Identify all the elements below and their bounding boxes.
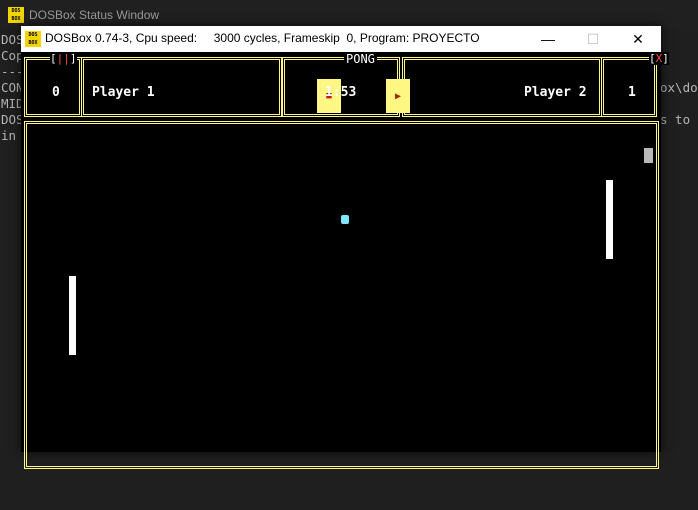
game-screen[interactable]	[21, 52, 661, 469]
dosbox-logo-icon: DOS BOX	[8, 7, 24, 23]
player2-name: Player 2	[524, 85, 587, 100]
player1-name: Player 1	[92, 85, 155, 100]
close-button[interactable]: ✕	[615, 26, 661, 52]
dosbox-titlebar[interactable]: DOS BOX DOSBox 0.74-3, Cpu speed: 3000 c…	[21, 26, 661, 52]
player1-paddle	[69, 276, 76, 355]
playing-field	[24, 121, 659, 469]
game-title: PONG	[344, 52, 377, 66]
dosbox-logo-icon: DOS BOX	[25, 31, 41, 47]
exit-indicator[interactable]: [X]	[649, 52, 669, 65]
game-timer: 1:53	[325, 85, 357, 100]
minimize-button[interactable]: —	[525, 26, 571, 52]
scroll-marker	[644, 148, 653, 163]
player2-paddle	[606, 180, 613, 259]
dosbox-game-window: DOS BOX DOSBox 0.74-3, Cpu speed: 3000 c…	[21, 26, 669, 469]
play-button[interactable]: ▶	[386, 79, 410, 113]
pause-indicator[interactable]: [||]	[50, 52, 77, 65]
console-line-right: s to	[660, 112, 691, 127]
ball	[341, 215, 349, 224]
status-window-title: DOSBox Status Window	[29, 8, 160, 22]
console-line-right: ox\do	[660, 80, 698, 95]
player1-score: 0	[52, 85, 60, 100]
play-icon: ▶	[394, 90, 402, 102]
console-line: in	[1, 128, 17, 143]
player2-score: 1	[628, 85, 636, 100]
dosbox-window-title: DOSBox 0.74-3, Cpu speed: 3000 cycles, F…	[45, 31, 480, 45]
maximize-button[interactable]: ☐	[570, 26, 616, 52]
